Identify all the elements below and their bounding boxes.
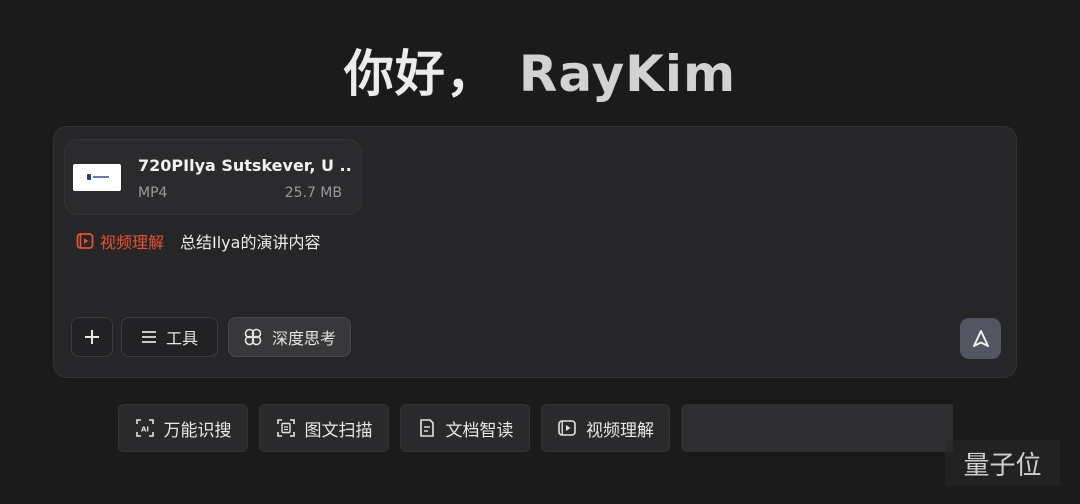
quick-action-doc-read[interactable]: 文档智读: [400, 404, 530, 452]
deep-think-label: 深度思考: [271, 329, 336, 348]
quick-action-label: 万能识搜: [163, 420, 232, 441]
quick-action-label: 视频理解: [586, 420, 654, 441]
quick-action-ai-search[interactable]: AI 万能识搜: [118, 404, 248, 452]
greeting-hello: 你好，: [343, 45, 497, 103]
quick-action-label: 文档智读: [445, 420, 514, 441]
attachment-name: 720PIlya Sutskever, U ...: [138, 156, 353, 175]
quick-action-video[interactable]: 视频理解: [541, 404, 670, 452]
greeting-heading: 你好， RayKim: [0, 34, 1080, 106]
plus-icon: [85, 330, 99, 344]
clover-icon: [244, 328, 262, 346]
video-thumbnail: [73, 164, 121, 191]
add-button[interactable]: [71, 317, 113, 357]
deep-think-button[interactable]: 深度思考: [228, 317, 351, 357]
prompt-text[interactable]: 总结Ilya的演讲内容: [180, 229, 320, 253]
attachment-type: MP4: [138, 185, 168, 201]
skill-tag[interactable]: 视频理解: [76, 229, 164, 253]
tools-label: 工具: [165, 329, 198, 348]
video-play-icon: [76, 233, 94, 249]
quick-action-label: 图文扫描: [304, 420, 373, 441]
chat-composer[interactable]: 720PIlya Sutskever, U ... MP4 25.7 MB 视频…: [53, 126, 1017, 378]
doc-scan-icon: [276, 419, 295, 437]
menu-lines-icon: [141, 331, 156, 343]
svg-text:AI: AI: [140, 426, 148, 434]
user-name: RayKim: [518, 45, 737, 103]
quick-actions: AI 万能识搜 图文扫描 文档智读 视频理解: [118, 404, 964, 452]
arrow-up-icon: [972, 329, 989, 347]
doc-read-icon: [419, 419, 434, 437]
attachment-card[interactable]: 720PIlya Sutskever, U ... MP4 25.7 MB: [64, 139, 362, 215]
watermark: 量子位: [945, 440, 1060, 486]
send-button[interactable]: [960, 318, 1001, 359]
tools-button[interactable]: 工具: [121, 317, 218, 357]
quick-action-doc-scan[interactable]: 图文扫描: [259, 404, 389, 452]
attachment-size: 25.7 MB: [284, 185, 342, 201]
ai-scan-icon: AI: [135, 419, 154, 437]
quick-action-blurred[interactable]: [681, 404, 953, 452]
video-icon: [558, 420, 576, 436]
prompt-line[interactable]: 视频理解 总结Ilya的演讲内容: [76, 229, 320, 253]
skill-tag-label: 视频理解: [100, 233, 165, 252]
